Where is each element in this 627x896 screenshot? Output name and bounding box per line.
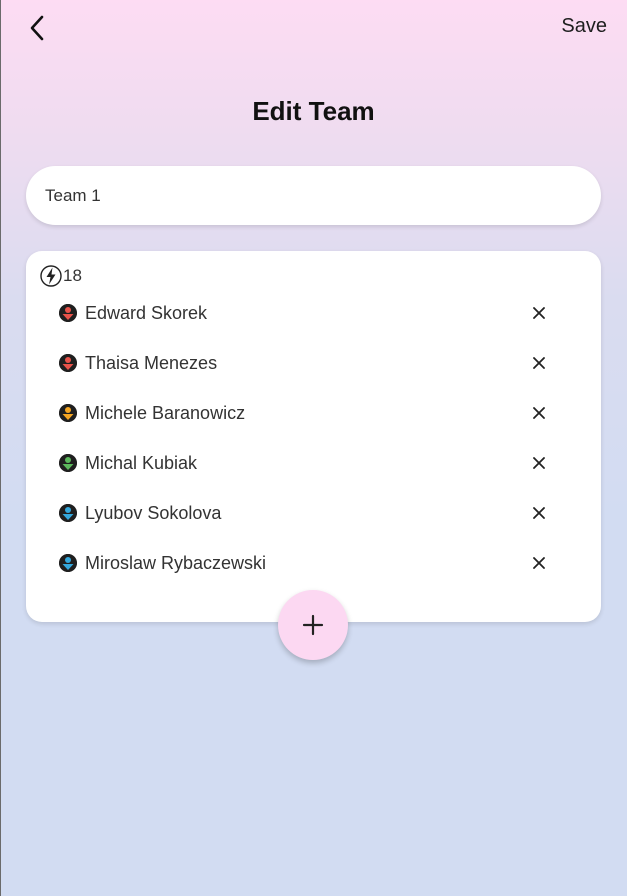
remove-member-button[interactable]: [529, 403, 549, 423]
add-member-button[interactable]: [278, 590, 348, 660]
chevron-left-icon: [30, 15, 44, 41]
team-name-value: Team 1: [45, 185, 101, 205]
member-avatar: [59, 304, 77, 322]
member-name: Michele Baranowicz: [85, 402, 246, 423]
person-icon: [59, 354, 77, 372]
remove-member-button[interactable]: [529, 553, 549, 573]
close-icon: [533, 357, 545, 369]
person-icon: [59, 304, 77, 322]
member-avatar: [59, 504, 77, 522]
close-icon: [533, 507, 545, 519]
window-edge: [0, 0, 1, 896]
close-icon: [533, 407, 545, 419]
close-icon: [533, 307, 545, 319]
member-row: Michele Baranowicz: [59, 388, 559, 438]
member-row: Edward Skorek: [59, 288, 559, 338]
person-icon: [59, 454, 77, 472]
member-avatar: [59, 454, 77, 472]
remove-member-button[interactable]: [529, 303, 549, 323]
person-icon: [59, 504, 77, 522]
remove-member-button[interactable]: [529, 453, 549, 473]
top-bar: Save: [0, 0, 627, 56]
save-button[interactable]: Save: [561, 15, 607, 38]
lightning-bolt-icon: [40, 265, 62, 287]
member-row: Lyubov Sokolova: [59, 488, 559, 538]
page-title: Edit Team: [252, 96, 375, 126]
member-name: Michal Kubiak: [85, 452, 198, 473]
back-button[interactable]: [22, 12, 52, 44]
member-avatar: [59, 354, 77, 372]
close-icon: [533, 557, 545, 569]
remove-member-button[interactable]: [529, 503, 549, 523]
remove-member-button[interactable]: [529, 353, 549, 373]
member-list: Edward Skorek Thaisa Menezes Michele Baran…: [59, 288, 559, 588]
team-power-value: 18: [63, 266, 82, 285]
member-avatar: [59, 404, 77, 422]
member-row: Miroslaw Rybaczewski: [59, 538, 559, 588]
person-icon: [59, 554, 77, 572]
member-row: Michal Kubiak: [59, 438, 559, 488]
person-icon: [59, 404, 77, 422]
member-name: Lyubov Sokolova: [85, 502, 222, 523]
plus-icon: [302, 614, 324, 636]
member-name: Thaisa Menezes: [85, 352, 218, 373]
team-power: 18: [40, 264, 82, 288]
team-members-card: 18 Edward Skorek Thaisa Menezes Michele Ba…: [26, 251, 601, 622]
close-icon: [533, 457, 545, 469]
member-avatar: [59, 554, 77, 572]
member-name: Miroslaw Rybaczewski: [85, 552, 267, 573]
team-name-input[interactable]: Team 1: [26, 166, 601, 225]
member-name: Edward Skorek: [85, 302, 208, 323]
member-row: Thaisa Menezes: [59, 338, 559, 388]
